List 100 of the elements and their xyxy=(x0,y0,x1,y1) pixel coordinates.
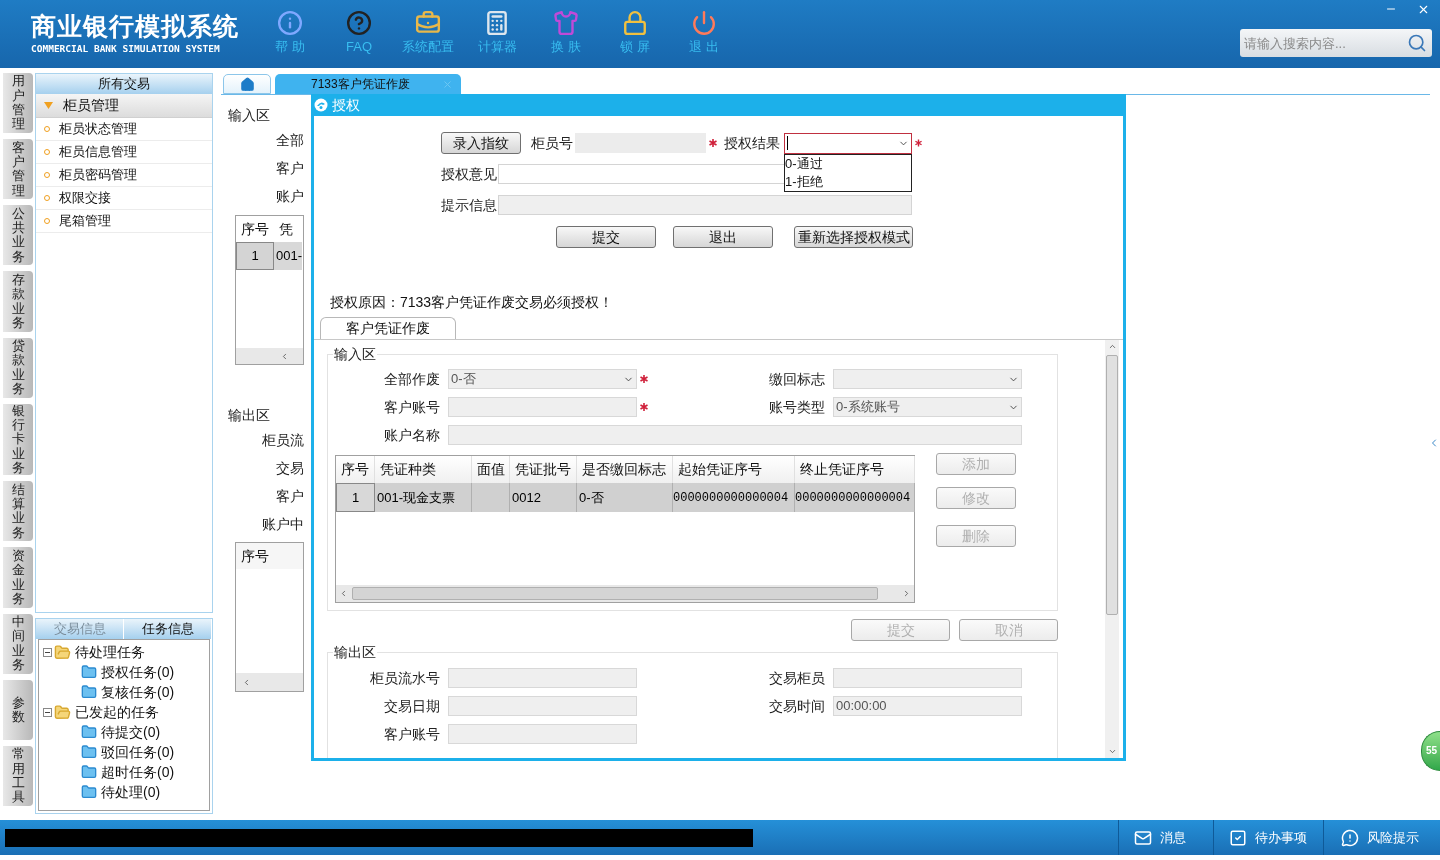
menu-item[interactable]: 尾箱管理 xyxy=(36,210,212,233)
column-header: 是否缴回标志 xyxy=(577,456,673,483)
lock-icon xyxy=(622,10,648,36)
menu-item[interactable]: 权限交接 xyxy=(36,187,212,210)
panel-title: 所有交易 xyxy=(98,75,150,94)
menu-item[interactable]: 柜员信息管理 xyxy=(36,141,212,164)
fingerprint-button[interactable]: 录入指纹 xyxy=(441,132,521,154)
scroll-left-icon[interactable] xyxy=(339,589,348,598)
dropdown-option[interactable]: 1-拒绝 xyxy=(785,172,911,191)
module-tab[interactable]: 银行卡业务 xyxy=(3,403,33,476)
auth-reason: 授权原因：7133客户凭证作废交易必须授权！ xyxy=(330,293,615,312)
section-legend: 输入区 xyxy=(333,346,377,362)
home-icon xyxy=(239,76,255,92)
module-tab[interactable]: 存款业务 xyxy=(3,271,33,332)
status-button[interactable]: 风险提示 xyxy=(1323,820,1440,855)
panel-tab[interactable]: 任务信息 xyxy=(124,619,212,639)
section-legend: 输入区 xyxy=(228,105,304,125)
scroll-left-icon[interactable] xyxy=(242,677,251,687)
horizontal-scrollbar[interactable] xyxy=(236,673,303,691)
collapse-icon[interactable] xyxy=(43,707,52,717)
column-header: 面值 xyxy=(472,456,510,483)
dialog-button[interactable]: 重新选择授权模式 xyxy=(794,226,913,248)
menu-group[interactable]: 柜员管理 xyxy=(36,94,212,118)
horizontal-scrollbar[interactable] xyxy=(236,348,303,364)
tree-item[interactable]: 超时任务(0) xyxy=(101,761,175,783)
text-field[interactable] xyxy=(448,425,1022,445)
field-label: 授权结果 xyxy=(724,133,780,153)
module-tab[interactable]: 客户管理 xyxy=(3,139,33,200)
field-label: 柜员流 xyxy=(261,431,304,450)
horizontal-scrollbar[interactable] xyxy=(336,585,914,602)
tree-item[interactable]: 待处理任务 xyxy=(75,641,145,663)
status-button[interactable]: 消息 xyxy=(1118,820,1213,855)
tree-item[interactable]: 驳回任务(0) xyxy=(101,741,175,763)
power-icon xyxy=(691,10,717,36)
status-button[interactable]: 待办事项 xyxy=(1213,820,1323,855)
module-tab[interactable]: 用户管理 xyxy=(3,73,33,134)
module-tab[interactable]: 中间业务 xyxy=(3,613,33,674)
field-label: 提示信息 xyxy=(441,195,498,215)
select-field[interactable] xyxy=(784,132,912,154)
field-label: 交易时间 xyxy=(768,696,826,716)
column-header: 序号 xyxy=(240,219,270,239)
search-field[interactable]: 请输入搜索内容... xyxy=(1240,29,1432,57)
home-tab[interactable] xyxy=(223,74,271,94)
text-field[interactable] xyxy=(448,696,637,716)
column-header: 凭 xyxy=(278,219,293,239)
text-field[interactable] xyxy=(498,195,912,215)
table-row[interactable]: 1 001-现金支票 0012 0-否 0000000000000004 0000000000000004 xyxy=(336,483,914,512)
tree-item[interactable]: 待提交(0) xyxy=(101,721,161,743)
scroll-up-icon[interactable] xyxy=(1107,342,1117,351)
collapse-icon[interactable] xyxy=(43,647,52,657)
calculator-icon xyxy=(484,10,510,36)
module-tab[interactable]: 常用工具 xyxy=(3,745,33,807)
text-field[interactable] xyxy=(448,397,637,417)
table-cell: 0012 xyxy=(510,483,577,512)
module-tab[interactable]: 资金业务 xyxy=(3,547,33,608)
field-label: 客户账号 xyxy=(383,724,441,744)
dialog-button[interactable]: 退出 xyxy=(673,226,773,248)
dialog-title: 授权 xyxy=(332,95,360,115)
tree-item[interactable]: 复核任务(0) xyxy=(101,681,175,703)
table-cell: 0000000000000004 xyxy=(673,483,795,512)
text-field[interactable] xyxy=(833,668,1022,688)
folder-icon xyxy=(81,664,97,680)
field-label: 交易柜员 xyxy=(768,668,826,688)
dropdown-option[interactable]: 0-通过 xyxy=(785,154,911,173)
select-field[interactable]: 0-系统账号 xyxy=(833,397,1022,417)
logo-icon xyxy=(314,98,328,112)
search-icon[interactable] xyxy=(1407,33,1427,53)
module-tab[interactable]: 贷款业务 xyxy=(3,337,33,398)
checkbox-icon xyxy=(1229,828,1247,847)
toolbox-icon xyxy=(415,10,441,36)
text-field[interactable] xyxy=(448,668,637,688)
table-cell: 0000000000000004 xyxy=(795,483,915,512)
vertical-scrollbar[interactable] xyxy=(1105,340,1119,758)
required-icon xyxy=(640,375,648,383)
module-tab[interactable]: 参数 xyxy=(3,679,33,740)
form-tab[interactable]: 客户凭证作废 xyxy=(320,317,456,339)
tree-item[interactable]: 待处理(0) xyxy=(101,781,161,803)
scroll-right-icon[interactable] xyxy=(902,589,911,598)
tree-item[interactable]: 已发起的任务 xyxy=(75,701,159,723)
column-header: 序号 xyxy=(336,456,375,483)
scroll-down-icon[interactable] xyxy=(1107,747,1117,756)
folder-icon xyxy=(81,724,97,740)
module-tab[interactable]: 公共业务 xyxy=(3,205,33,266)
folder-icon xyxy=(81,744,97,760)
tree-item[interactable]: 授权任务(0) xyxy=(101,661,175,683)
field-label: 全部作废 xyxy=(383,369,441,389)
module-tab[interactable]: 结算业务 xyxy=(3,481,33,542)
text-field[interactable] xyxy=(448,724,637,744)
scroll-left-icon[interactable] xyxy=(280,351,289,361)
menu-item[interactable]: 柜员密码管理 xyxy=(36,164,212,187)
close-tab-icon[interactable] xyxy=(442,78,453,90)
required-icon xyxy=(709,139,717,147)
table-cell: 1 xyxy=(236,242,274,270)
column-header: 起始凭证序号 xyxy=(673,456,795,483)
select-field[interactable]: 0-否 xyxy=(448,369,637,389)
menu-item[interactable]: 柜员状态管理 xyxy=(36,118,212,141)
text-field[interactable]: 00:00:00 xyxy=(833,696,1022,716)
page-tab[interactable]: 7133客户凭证作废 xyxy=(275,74,461,94)
dialog-button[interactable]: 提交 xyxy=(556,226,656,248)
field-label: 账户中 xyxy=(261,515,304,534)
